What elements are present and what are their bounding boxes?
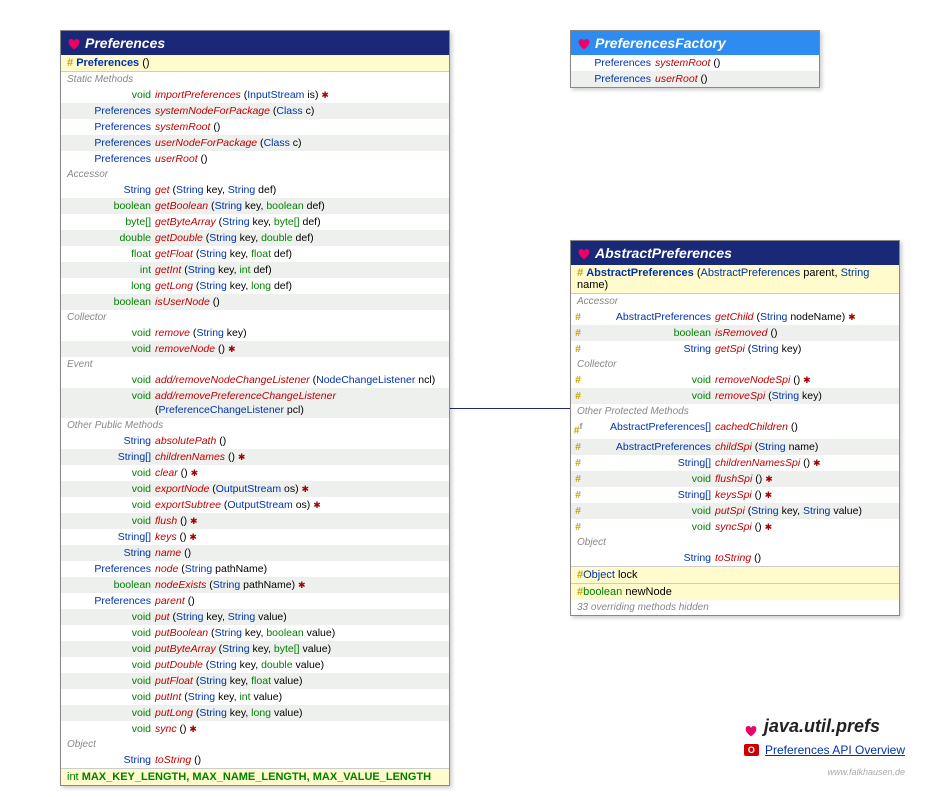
method-row: voidputByteArray (String key, byte[] val… [61,641,449,657]
method-row: voidimportPreferences (InputStream is) ✱ [61,87,449,103]
section-label: Event [61,357,449,372]
footnote: 33 overriding methods hidden [571,600,899,615]
method-row: voidputFloat (String key, float value) [61,673,449,689]
method-row: longgetLong (String key, long def) [61,278,449,294]
class-header: AbstractPreferences [571,241,899,265]
package-title: java.util.prefs [744,716,905,737]
method-row: StringabsolutePath () [61,433,449,449]
method-row: String[]childrenNames () ✱ [61,449,449,465]
method-row: #voidsyncSpi () ✱ [571,519,899,535]
method-row: Stringname () [61,545,449,561]
heart-icon [577,37,591,49]
heart-icon [744,721,758,733]
method-row: #StringgetSpi (String key) [571,341,899,357]
method-row: voidputBoolean (String key, boolean valu… [61,625,449,641]
method-row: voidadd/removeNodeChangeListener (NodeCh… [61,372,449,388]
method-row: #booleanisRemoved () [571,325,899,341]
class-box-abstract: AbstractPreferences # AbstractPreference… [570,240,900,616]
constructor-row: # Preferences () [61,55,449,72]
method-row: #AbstractPreferenceschildSpi (String nam… [571,439,899,455]
oracle-icon: O [744,744,759,756]
section-label: Collector [61,310,449,325]
method-row: voidput (String key, String value) [61,609,449,625]
method-row: #voidremoveNodeSpi () ✱ [571,372,899,388]
method-row: floatgetFloat (String key, float def) [61,246,449,262]
section-label: Accessor [571,294,899,309]
section-label: Static Methods [61,72,449,87]
method-row: Preferencesnode (String pathName) [61,561,449,577]
method-row: PreferencesuserRoot () [571,71,819,87]
class-title: PreferencesFactory [595,35,726,51]
method-row: PreferencessystemNodeForPackage (Class c… [61,103,449,119]
method-row: StringtoString () [571,550,899,566]
method-row: #fAbstractPreferences[]cachedChildren () [571,419,899,439]
method-row: voidsync () ✱ [61,721,449,737]
method-row: #AbstractPreferencesgetChild (String nod… [571,309,899,325]
field-row: #Object lock [571,566,899,583]
method-row: voidadd/removePreferenceChangeListener (… [61,388,449,418]
method-row: voidremove (String key) [61,325,449,341]
method-row: byte[]getByteArray (String key, byte[] d… [61,214,449,230]
api-link[interactable]: O Preferences API Overview [744,743,905,757]
class-box-preferences: Preferences # Preferences () Static Meth… [60,30,450,786]
method-row: booleangetBoolean (String key, boolean d… [61,198,449,214]
class-title: Preferences [85,35,165,51]
method-row: #voidflushSpi () ✱ [571,471,899,487]
constants-row: int MAX_KEY_LENGTH, MAX_NAME_LENGTH, MAX… [61,768,449,785]
constructor-row: # AbstractPreferences (AbstractPreferenc… [571,265,899,294]
method-row: booleanisUserNode () [61,294,449,310]
section-label: Accessor [61,167,449,182]
section-label: Other Public Methods [61,418,449,433]
method-row: voidflush () ✱ [61,513,449,529]
method-row: voidputDouble (String key, double value) [61,657,449,673]
heart-icon [577,247,591,259]
method-row: voidputLong (String key, long value) [61,705,449,721]
section-label: Other Protected Methods [571,404,899,419]
method-row: PreferencesuserRoot () [61,151,449,167]
connector-line [450,408,570,409]
heart-icon [67,37,81,49]
method-row: #voidputSpi (String key, String value) [571,503,899,519]
method-row: #voidremoveSpi (String key) [571,388,899,404]
method-row: doublegetDouble (String key, double def) [61,230,449,246]
method-row: voidclear () ✱ [61,465,449,481]
section-label: Collector [571,357,899,372]
method-row: #String[]keysSpi () ✱ [571,487,899,503]
class-header: Preferences [61,31,449,55]
method-row: booleannodeExists (String pathName) ✱ [61,577,449,593]
class-box-factory: PreferencesFactory PreferencessystemRoot… [570,30,820,88]
field-row: #boolean newNode [571,583,899,600]
method-row: Stringget (String key, String def) [61,182,449,198]
method-row: PreferencessystemRoot () [61,119,449,135]
footer: java.util.prefs O Preferences API Overvi… [744,716,905,757]
method-row: voidexportSubtree (OutputStream os) ✱ [61,497,449,513]
section-label: Object [571,535,899,550]
method-row: PreferencessystemRoot () [571,55,819,71]
method-row: voidremoveNode () ✱ [61,341,449,357]
method-row: StringtoString () [61,752,449,768]
class-header: PreferencesFactory [571,31,819,55]
credit: www.falkhausen.de [827,767,905,777]
method-row: voidexportNode (OutputStream os) ✱ [61,481,449,497]
section-label: Object [61,737,449,752]
method-row: PreferencesuserNodeForPackage (Class c) [61,135,449,151]
method-row: String[]keys () ✱ [61,529,449,545]
class-title: AbstractPreferences [595,245,732,261]
method-row: intgetInt (String key, int def) [61,262,449,278]
method-row: #String[]childrenNamesSpi () ✱ [571,455,899,471]
method-row: Preferencesparent () [61,593,449,609]
method-row: voidputInt (String key, int value) [61,689,449,705]
